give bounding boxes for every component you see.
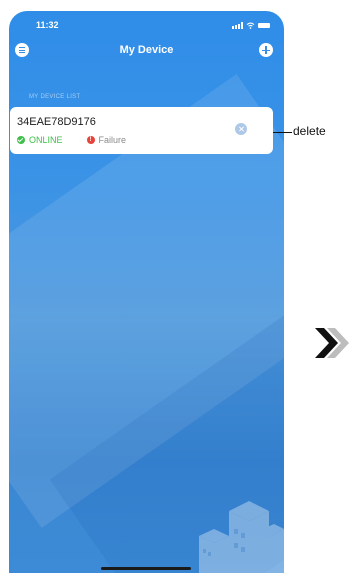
device-status-row: ONLINE ! Failure [17, 135, 126, 145]
chevron-right-icon [315, 328, 349, 358]
add-icon[interactable] [259, 43, 273, 57]
phone-screen: 11:32 My Device MY DEVICE LIST 34EAE78D9… [9, 11, 284, 573]
status-icons [232, 21, 270, 29]
status-time: 11:32 [36, 20, 59, 30]
wifi-icon [246, 22, 255, 29]
failure-status: Failure [98, 135, 127, 145]
header: My Device [9, 41, 284, 67]
delete-button[interactable] [235, 123, 247, 135]
device-card[interactable]: 34EAE78D9176 ONLINE ! Failure [10, 107, 273, 154]
device-list-label: MY DEVICE LIST [29, 94, 81, 100]
delete-annotation: delete [293, 124, 326, 138]
signal-icon [232, 22, 243, 29]
alert-icon: ! [86, 136, 95, 144]
buildings-illustration [199, 501, 284, 573]
check-circle-icon [17, 136, 25, 144]
battery-icon [258, 23, 270, 28]
home-indicator[interactable] [101, 567, 191, 570]
status-bar: 11:32 [9, 11, 284, 41]
online-status: ONLINE [29, 135, 63, 145]
device-id: 34EAE78D9176 [17, 116, 96, 128]
page: 11:32 My Device MY DEVICE LIST 34EAE78D9… [0, 0, 351, 573]
page-title: My Device [119, 44, 174, 56]
